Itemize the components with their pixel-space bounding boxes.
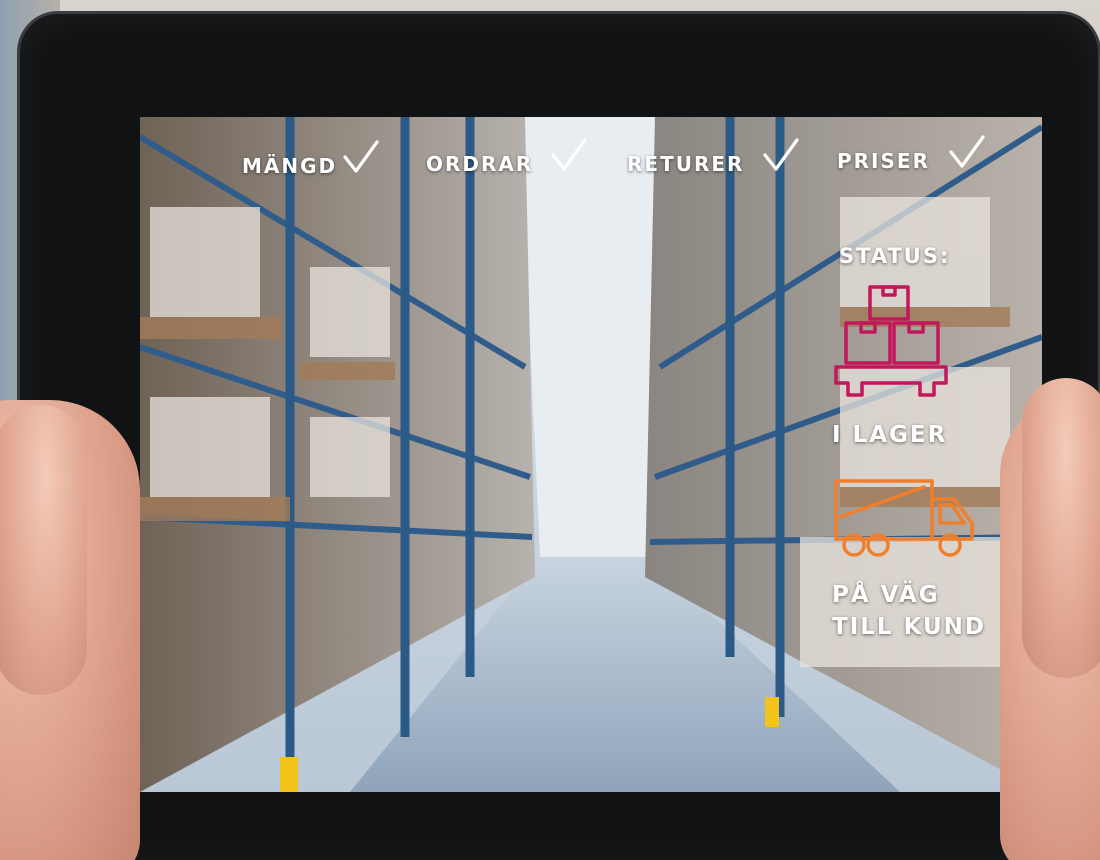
tablet-screen: MÄNGD ORDRAR RETURER PRISER STATUS: I LA… <box>140 117 1042 792</box>
status-title: STATUS: <box>839 244 951 268</box>
boxes-on-pallet-icon <box>834 285 948 397</box>
checkmark-icon <box>949 135 985 168</box>
checklist-label-orders: ORDRAR <box>426 152 534 176</box>
warehouse-aisle-photo <box>140 117 1042 792</box>
status-on-the-way-line2: TILL KUND <box>832 614 987 640</box>
checkmark-icon <box>763 138 799 171</box>
delivery-truck-icon <box>834 479 974 557</box>
status-on-the-way-line1: PÅ VÄG <box>832 582 940 608</box>
checklist-label-quantity: MÄNGD <box>242 154 338 178</box>
photo-scene: MÄNGD ORDRAR RETURER PRISER STATUS: I LA… <box>0 0 1100 860</box>
status-in-stock-label: I LAGER <box>832 422 948 448</box>
checklist-label-returns: RETURER <box>627 152 745 176</box>
checklist-label-prices: PRISER <box>837 149 930 173</box>
right-thumb <box>1022 378 1100 678</box>
checkmark-icon <box>343 140 379 173</box>
checkmark-icon <box>551 138 587 171</box>
left-thumb <box>0 405 87 695</box>
